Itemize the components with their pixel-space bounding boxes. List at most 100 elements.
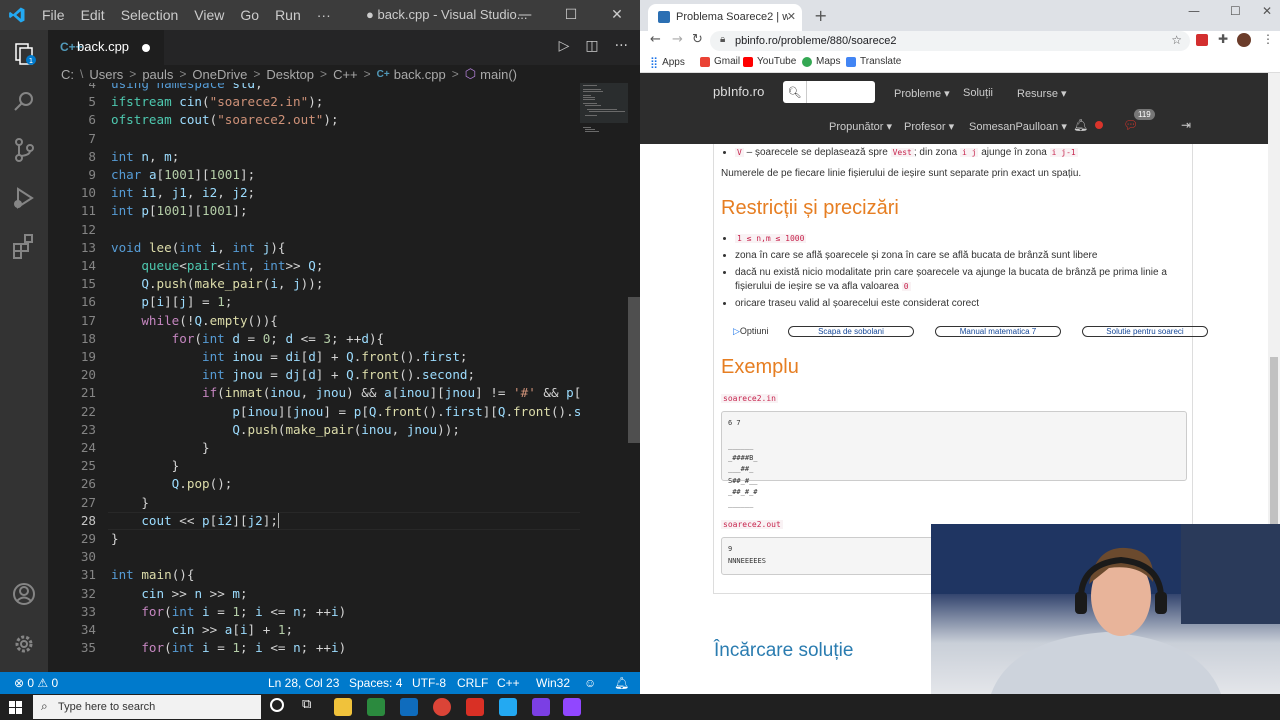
platform[interactable]: Win32 [536, 676, 570, 690]
messages-icon[interactable]: 💬︎ [1123, 118, 1138, 132]
code-line[interactable]: 6 ofstream cout("soarece2.out"); [48, 111, 628, 129]
code-line[interactable]: 28 cout << p[i2][j2]; [48, 512, 628, 530]
code-line[interactable]: 18 for(int d = 0; d <= 3; ++d){ [48, 330, 628, 348]
code-line[interactable]: 35 for(int i = 1; i <= n; ++i) [48, 639, 628, 657]
problems-indicator[interactable]: ⊗ 0 ⚠ 0 [14, 676, 58, 690]
chrome-menu-icon[interactable]: ⋮ [1262, 32, 1274, 46]
extensions-icon[interactable] [10, 232, 38, 260]
menu-edit[interactable]: Edit [73, 7, 113, 23]
code-line[interactable]: 24 } [48, 439, 628, 457]
line-ending[interactable]: CRLF [457, 676, 488, 690]
scrollbar-thumb[interactable] [628, 297, 640, 443]
vscode-taskbar-icon[interactable] [499, 698, 517, 716]
code-line[interactable]: 5 ifstream cin("soarece2.in"); [48, 93, 628, 111]
task-view-icon[interactable]: ⧉ [302, 697, 311, 712]
menu-go[interactable]: Go [232, 7, 267, 23]
nav-propunator[interactable]: Propunător ▾ [829, 120, 892, 133]
code-line[interactable]: 10 int i1, j1, i2, j2; [48, 184, 628, 202]
code-line[interactable]: 23 Q.push(make_pair(inou, jnou)); [48, 421, 628, 439]
nav-resurse[interactable]: Resurse ▾ [1017, 87, 1067, 100]
source-control-icon[interactable] [10, 136, 38, 164]
code-line[interactable]: 29} [48, 530, 628, 548]
run-file-icon[interactable]: ▷ [559, 38, 570, 54]
breadcrumb-item[interactable]: C++ [333, 67, 358, 82]
close-tab-icon[interactable]: ✕ [787, 10, 796, 23]
menu-view[interactable]: View [186, 7, 232, 23]
code-line[interactable]: 31 int main(){ [48, 566, 628, 584]
code-editor[interactable]: 4 using namespace std; 5 ifstream cin("soar… [48, 83, 628, 672]
chrome-icon[interactable] [433, 698, 451, 716]
stream-app-icon[interactable] [563, 698, 581, 716]
indentation[interactable]: Spaces: 4 [349, 676, 402, 690]
code-line[interactable]: 16 p[i][j] = 1; [48, 293, 628, 311]
bookmark-translate[interactable]: Translate [846, 56, 901, 67]
code-line[interactable]: 22 p[inou][jnou] = p[Q.front().first][Q.… [48, 403, 628, 421]
nav-profesor[interactable]: Profesor ▾ [904, 120, 954, 133]
new-tab-icon[interactable]: + [814, 6, 827, 25]
code-line[interactable]: 17 while(!Q.empty()){ [48, 312, 628, 330]
tab-back-cpp[interactable]: C++ back.cpp [48, 30, 164, 65]
code-line[interactable]: 14 queue<pair<int, int>> Q; [48, 257, 628, 275]
code-line[interactable]: 25 } [48, 457, 628, 475]
bookmark-star-icon[interactable]: ☆ [1171, 33, 1182, 47]
windows-start-icon[interactable] [9, 701, 22, 714]
address-bar[interactable]: 🔒︎ pbinfo.ro/probleme/880/soarece2 ☆ [710, 31, 1190, 51]
obs-icon[interactable] [532, 698, 550, 716]
profile-avatar[interactable] [1237, 33, 1251, 47]
breadcrumb-item[interactable]: back.cpp [394, 67, 446, 82]
code-line[interactable]: 21 if(inmat(inou, jnou) && a[inou][jnou]… [48, 384, 628, 402]
code-line[interactable]: 19 int inou = di[d] + Q.front().first; [48, 348, 628, 366]
encoding[interactable]: UTF-8 [412, 676, 446, 690]
store-icon[interactable] [367, 698, 385, 716]
nav-probleme[interactable]: Probleme ▾ [894, 87, 950, 100]
app-icon[interactable] [466, 698, 484, 716]
notification-bell-icon[interactable]: 🔔︎ [1073, 118, 1088, 132]
scrollbar-thumb[interactable] [1270, 357, 1278, 529]
back-arrow-icon[interactable]: ← [650, 32, 661, 47]
logout-icon[interactable]: ⇥ [1181, 118, 1191, 132]
lock-icon[interactable]: 🔒︎ [720, 34, 725, 45]
explorer-icon[interactable]: 1 [10, 40, 38, 68]
file-explorer-icon[interactable] [334, 698, 352, 716]
menu-selection[interactable]: Selection [113, 7, 187, 23]
language-mode[interactable]: C++ [497, 676, 520, 690]
bookmark-maps[interactable]: Maps [802, 56, 840, 67]
breadcrumb-item[interactable]: pauls [142, 67, 173, 82]
more-actions-icon[interactable]: ··· [615, 38, 628, 54]
search-icon[interactable] [10, 88, 38, 116]
cursor-position[interactable]: Ln 28, Col 23 [268, 676, 339, 690]
code-line[interactable]: 8 int n, m; [48, 148, 628, 166]
minimize-icon[interactable]: — [502, 0, 548, 30]
unsaved-dot-icon[interactable] [142, 44, 150, 52]
forward-arrow-icon[interactable]: → [672, 32, 683, 47]
breadcrumb-item[interactable]: Users [89, 67, 123, 82]
code-line[interactable]: 12 [48, 221, 628, 239]
code-line[interactable]: 11 int p[1001][1001]; [48, 202, 628, 220]
breadcrumb-item[interactable]: C: [61, 67, 74, 82]
code-line[interactable]: 27 } [48, 494, 628, 512]
code-line[interactable]: 4 using namespace std; [48, 83, 628, 93]
menu-more[interactable]: ··· [309, 7, 339, 23]
accounts-icon[interactable] [10, 580, 38, 608]
taskbar-search[interactable]: ⌕ Type here to search [33, 695, 261, 719]
settings-gear-icon[interactable] [10, 630, 38, 658]
site-search-input[interactable]: 🔍︎ [783, 81, 875, 103]
close-icon[interactable]: ✕ [594, 0, 640, 30]
code-line[interactable]: 15 Q.push(make_pair(i, j)); [48, 275, 628, 293]
code-line[interactable]: 32 cin >> n >> m; [48, 585, 628, 603]
code-line[interactable]: 34 cin >> a[i] + 1; [48, 621, 628, 639]
mail-icon[interactable] [400, 698, 418, 716]
notifications-bell-icon[interactable]: 🔔︎ [614, 676, 629, 690]
code-line[interactable]: 13 void lee(int i, int j){ [48, 239, 628, 257]
bookmark-youtube[interactable]: YouTube [743, 56, 796, 67]
editor-scrollbar[interactable] [628, 83, 640, 672]
breadcrumb-item[interactable]: Desktop [266, 67, 314, 82]
code-line[interactable]: 26 Q.pop(); [48, 475, 628, 493]
menu-run[interactable]: Run [267, 7, 309, 23]
code-line[interactable]: 9 char a[1001][1001]; [48, 166, 628, 184]
feedback-icon[interactable]: ☺ [584, 676, 596, 690]
site-brand[interactable]: pbInfo.ro [713, 84, 764, 99]
menu-file[interactable]: File [34, 7, 73, 23]
extensions-puzzle-icon[interactable]: ✚ [1218, 32, 1228, 46]
ad-pill-1[interactable]: Scapa de sobolani [788, 326, 914, 337]
